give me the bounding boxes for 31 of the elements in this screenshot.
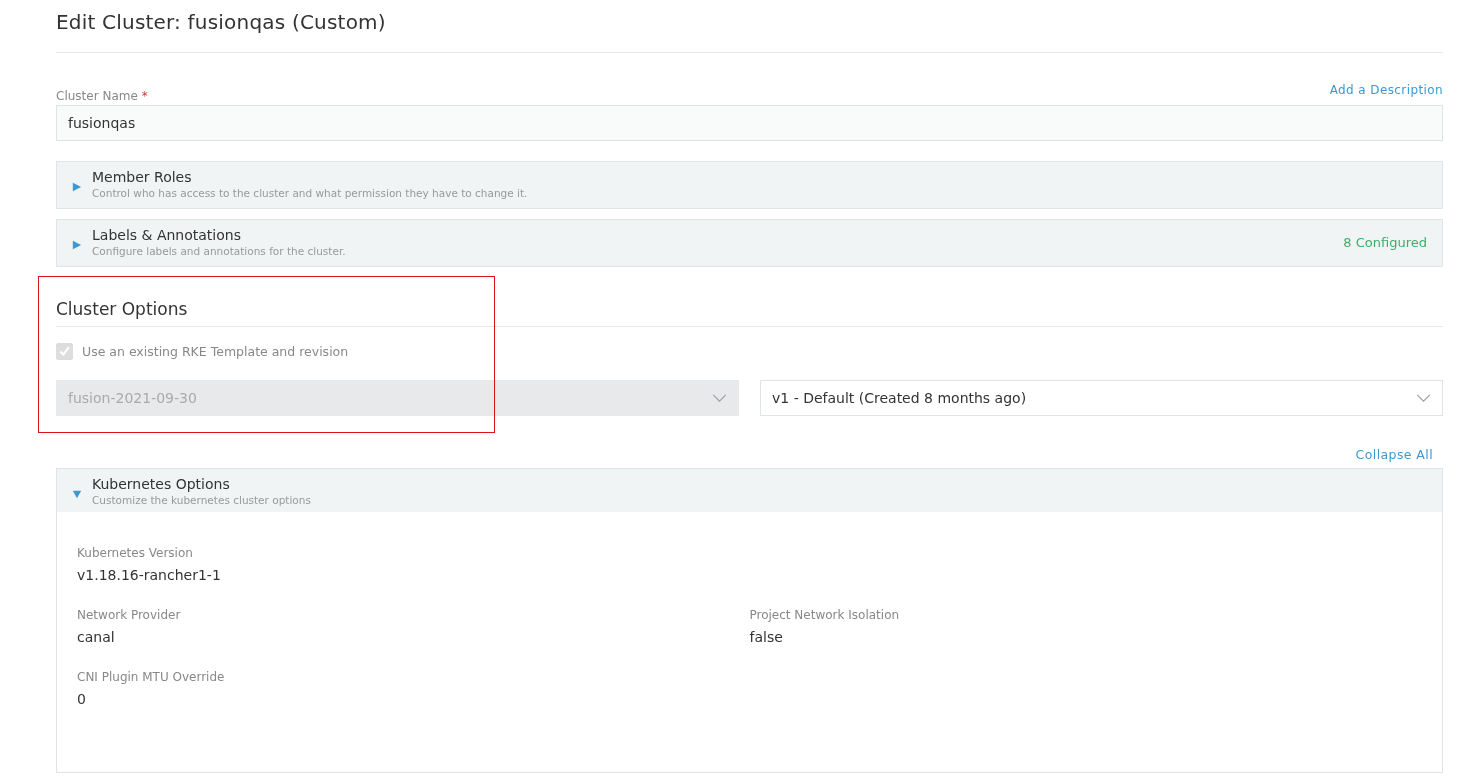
accordion-header[interactable]: Member Roles Control who has access to the cluster and what permission they have to change it. — [57, 162, 1442, 208]
checkbox-label: Use an existing RKE Template and revision — [82, 344, 349, 359]
check-icon — [57, 344, 72, 359]
caret-right-icon[interactable] — [72, 181, 82, 192]
field-value: canal — [77, 629, 116, 645]
chevron-down-icon — [712, 393, 727, 403]
accordion-title: Member Roles — [92, 169, 193, 186]
field-value: 0 — [77, 691, 87, 707]
accordion-title: Kubernetes Options — [92, 476, 231, 493]
dropdown: fusion-2021-09-30 — [56, 380, 739, 416]
field-label: Project Network Isolation — [749, 608, 901, 622]
accordion-header[interactable]: Labels & Annotations Configure labels and annotations for the cluster. 8 Configured — [57, 220, 1442, 266]
accordion-subtitle: Customize the kubernetes cluster options — [92, 493, 312, 507]
accordion-subtitle: Configure labels and annotations for the cluster. — [92, 244, 347, 258]
field-label: CNI Plugin MTU Override — [77, 670, 226, 684]
chevron-down-icon — [1416, 393, 1431, 403]
field-label: Cluster Name * — [56, 89, 148, 103]
caret-right-icon[interactable] — [72, 239, 82, 250]
status-text: 8 Configured — [1343, 235, 1427, 250]
caret-down-icon[interactable] — [72, 488, 82, 499]
field-value: v1.18.16-rancher1-1 — [77, 567, 222, 583]
page-title: Edit Cluster: fusionqas (Custom) — [56, 9, 387, 36]
field-label: Kubernetes Version — [77, 546, 194, 560]
cluster-name-field[interactable]: fusionqas — [56, 105, 1443, 141]
accordion-header[interactable]: Kubernetes Options Customize the kubernetes cluster options — [57, 469, 1442, 512]
accordion-subtitle: Control who has access to the cluster and what permission they have to change it. — [92, 186, 529, 200]
dropdown[interactable]: v1 - Default (Created 8 months ago) — [760, 380, 1443, 416]
field-label: Network Provider — [77, 608, 182, 622]
section-title: Cluster Options — [56, 299, 189, 321]
field-value: false — [749, 629, 784, 645]
accordion-title: Labels & Annotations — [92, 227, 242, 244]
